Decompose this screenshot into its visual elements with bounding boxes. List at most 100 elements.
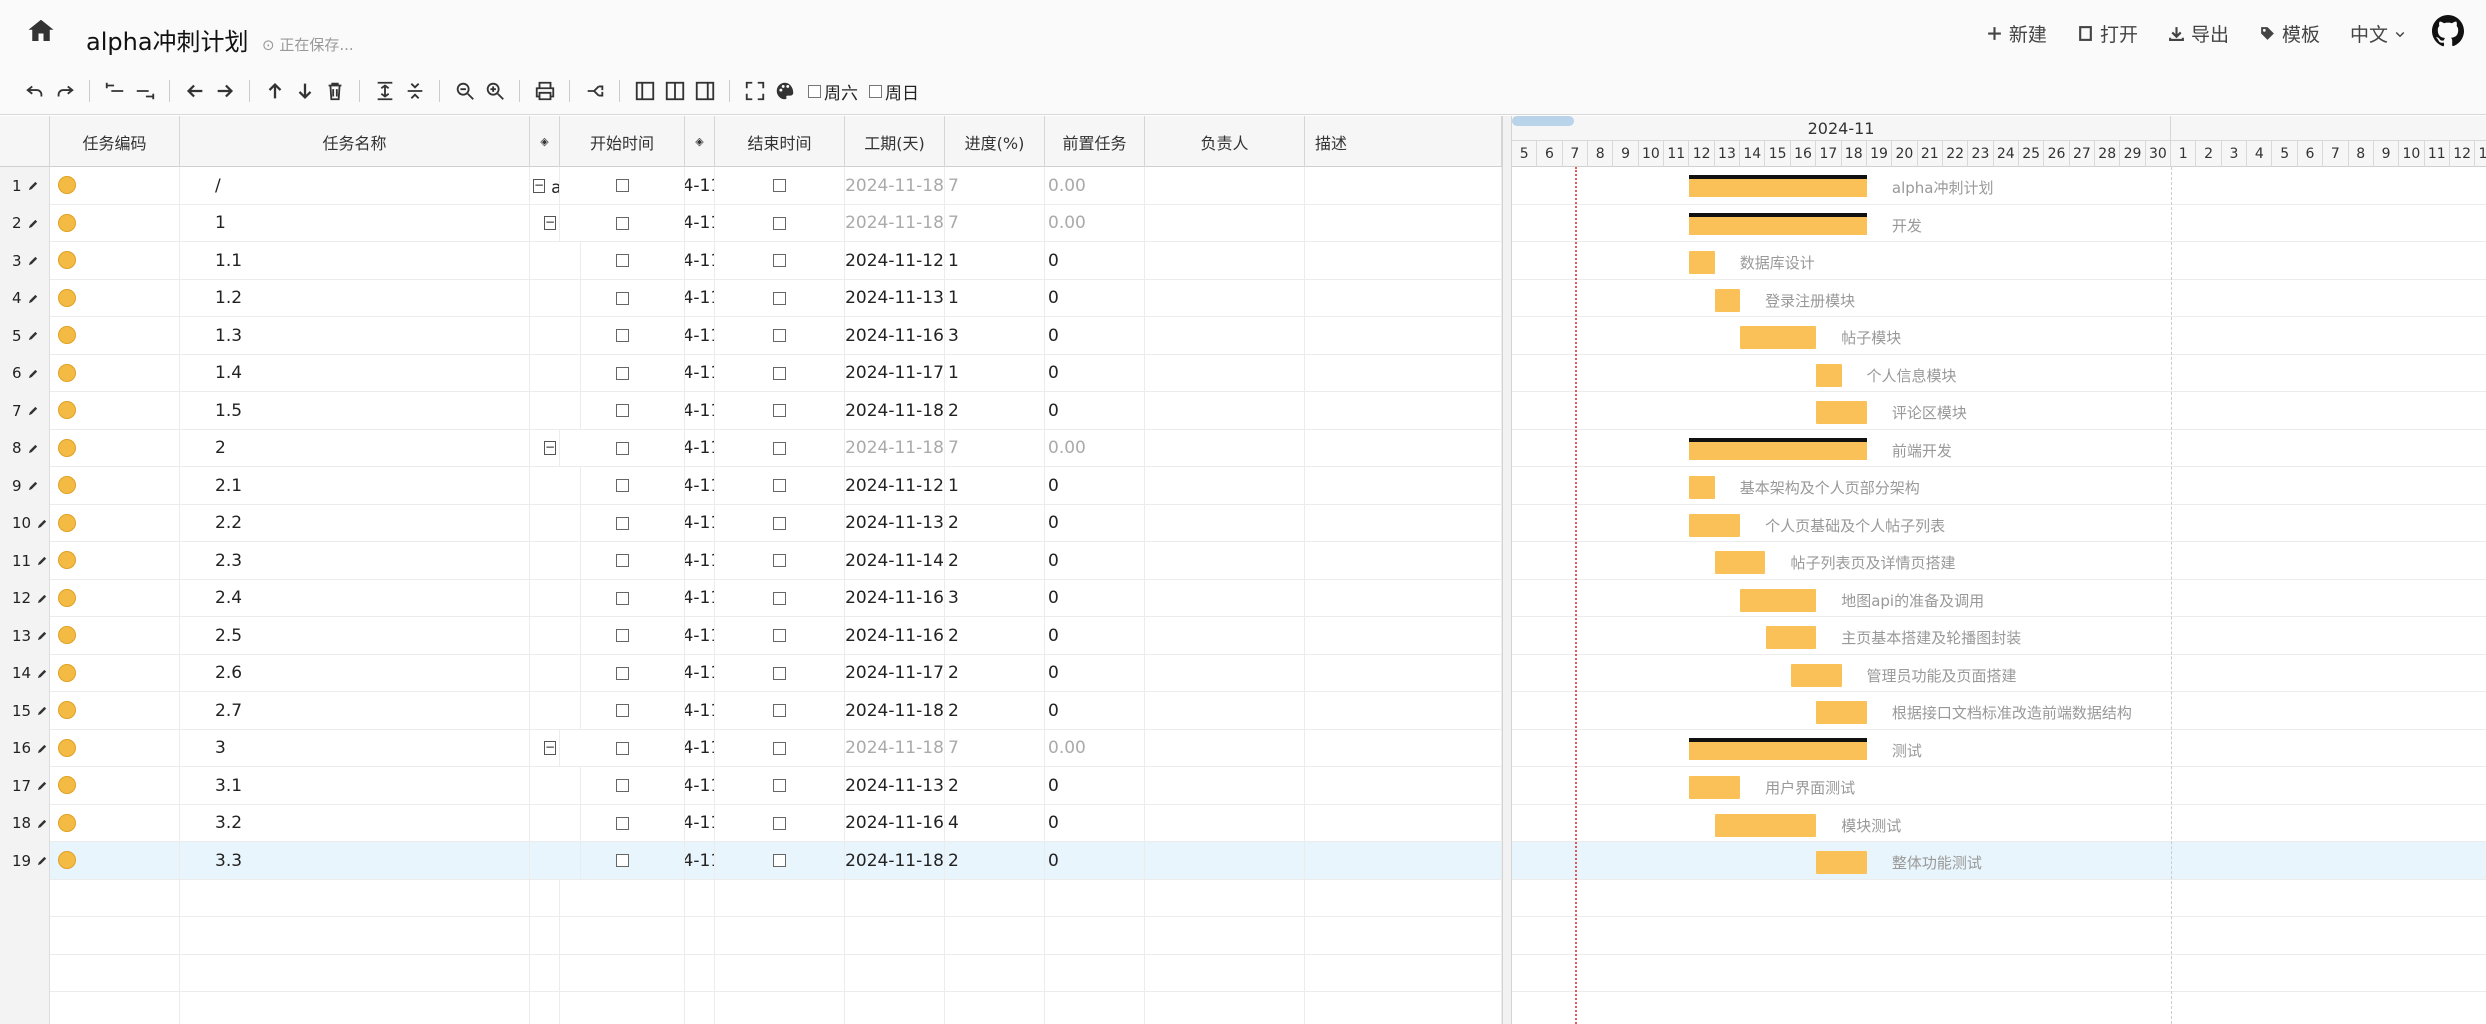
row-checkbox[interactable] (560, 804, 685, 842)
checkbox[interactable] (615, 816, 629, 830)
grid-only-button[interactable] (632, 79, 657, 104)
grid-cell[interactable] (945, 879, 1045, 917)
duration[interactable]: 7 (945, 204, 1045, 242)
task-code[interactable]: 1.1 (180, 242, 530, 280)
grid-cell[interactable] (50, 167, 180, 205)
end-date[interactable]: 2024-11-18 (845, 842, 945, 880)
edit-icon[interactable] (28, 330, 39, 341)
grid-cell[interactable] (1145, 429, 1305, 467)
task-bar[interactable] (1816, 401, 1867, 424)
checkbox[interactable] (773, 666, 786, 680)
checkbox[interactable] (615, 404, 629, 418)
indent-button[interactable] (132, 79, 157, 104)
grid-cell[interactable] (1145, 204, 1305, 242)
task-code[interactable]: 3 (180, 729, 530, 767)
grid-cell[interactable] (50, 317, 180, 355)
duration[interactable]: 2 (945, 504, 1045, 542)
sunday-checkbox[interactable] (869, 84, 882, 98)
undo-button[interactable] (22, 79, 47, 104)
grid-cell[interactable] (50, 354, 180, 392)
grid-cell[interactable] (1145, 467, 1305, 505)
grid-cell[interactable] (530, 992, 560, 1024)
duration[interactable]: 2 (945, 617, 1045, 655)
grid-cell[interactable] (180, 954, 530, 992)
row-checkbox[interactable] (715, 392, 845, 430)
start-date[interactable]: 2024-11-12 (685, 467, 715, 505)
checkbox[interactable] (615, 329, 629, 343)
grid-cell[interactable] (1145, 617, 1305, 655)
row-checkbox[interactable] (715, 467, 845, 505)
github-icon[interactable] (2432, 15, 2464, 47)
grid-cell[interactable] (1305, 167, 1502, 205)
row-checkbox[interactable] (715, 617, 845, 655)
task-bar[interactable] (1816, 701, 1867, 724)
grid-cell[interactable] (1305, 317, 1502, 355)
table-row[interactable]: 112.3帖子列表页及详情页搭建2024-11-132024-11-1420 (0, 542, 1502, 580)
zoom-in-button[interactable] (482, 79, 507, 104)
end-date[interactable]: 2024-11-18 (845, 692, 945, 730)
task-bar[interactable] (1689, 513, 1741, 537)
table-row[interactable]: 41.2登录注册模块2024-11-132024-11-1310 (0, 279, 1502, 317)
task-bar[interactable] (1689, 737, 1868, 760)
task-code[interactable]: 2.2 (180, 504, 530, 542)
end-date[interactable]: 2024-11-13 (845, 279, 945, 317)
row-checkbox[interactable] (560, 504, 685, 542)
column-menu-icon[interactable]: ◈ (685, 116, 715, 167)
grid-cell[interactable] (945, 917, 1045, 955)
table-row[interactable]: 132.5主页基本搭建及轮播图封装2024-11-152024-11-1620 (0, 617, 1502, 655)
split-view-button[interactable] (662, 79, 687, 104)
checkbox[interactable] (773, 591, 786, 605)
edit-icon[interactable] (28, 405, 39, 416)
row-checkbox[interactable] (560, 429, 685, 467)
row-checkbox[interactable] (715, 729, 845, 767)
task-bar[interactable] (1714, 288, 1741, 312)
edit-icon[interactable] (28, 218, 39, 229)
row-checkbox[interactable] (560, 167, 685, 205)
start-date[interactable]: 2024-11-15 (685, 617, 715, 655)
grid-cell[interactable] (1145, 729, 1305, 767)
grid-cell[interactable] (180, 917, 530, 955)
row-checkbox[interactable] (715, 279, 845, 317)
checkbox[interactable] (615, 591, 629, 605)
progress[interactable]: 0 (1045, 842, 1145, 880)
grid-cell[interactable] (50, 392, 180, 430)
row-checkbox[interactable] (560, 579, 685, 617)
collapse-toggle[interactable]: − (544, 441, 557, 456)
checkbox[interactable] (615, 704, 629, 718)
checkbox[interactable] (773, 741, 786, 755)
edit-icon[interactable] (28, 480, 39, 491)
start-date[interactable]: 2024-11-14 (685, 579, 715, 617)
new-button[interactable]: 新建 (1986, 20, 2047, 47)
grid-cell[interactable] (1305, 692, 1502, 730)
grid-cell[interactable] (715, 954, 845, 992)
checkbox[interactable] (773, 479, 786, 493)
grid-cell[interactable] (1045, 879, 1145, 917)
progress[interactable]: 0 (1045, 504, 1145, 542)
grid-cell[interactable] (1145, 654, 1305, 692)
grid-cell[interactable] (560, 917, 685, 955)
grid-cell[interactable] (715, 879, 845, 917)
grid-cell[interactable] (1045, 917, 1145, 955)
row-checkbox[interactable] (715, 804, 845, 842)
pane-splitter[interactable] (1502, 116, 1512, 1024)
grid-cell[interactable] (50, 804, 180, 842)
grid-cell[interactable] (50, 542, 180, 580)
grid-cell[interactable] (1305, 279, 1502, 317)
task-bar[interactable] (1816, 851, 1867, 874)
move-down-button[interactable] (292, 79, 317, 104)
grid-cell[interactable] (1305, 429, 1502, 467)
row-checkbox[interactable] (715, 242, 845, 280)
duration[interactable]: 3 (945, 579, 1045, 617)
grid-cell[interactable] (1305, 767, 1502, 805)
task-bar[interactable] (1740, 326, 1817, 349)
task-bar[interactable] (1740, 588, 1817, 612)
row-checkbox[interactable] (715, 767, 845, 805)
grid-cell[interactable] (1305, 654, 1502, 692)
column-header[interactable]: 进度(%) (945, 116, 1045, 167)
edit-icon[interactable] (28, 293, 39, 304)
grid-cell[interactable] (530, 917, 560, 955)
edit-icon[interactable] (37, 668, 48, 679)
expand-all-button[interactable] (372, 79, 397, 104)
grid-cell[interactable] (685, 954, 715, 992)
task-name[interactable]: −开发 (530, 204, 560, 242)
